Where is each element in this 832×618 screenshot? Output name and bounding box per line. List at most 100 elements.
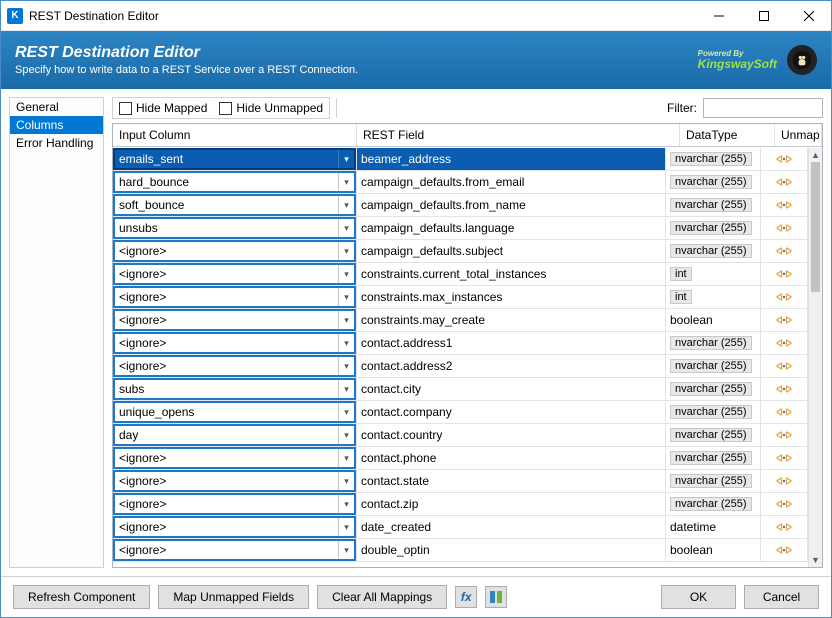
unmap-icon[interactable] [774, 152, 794, 166]
header-datatype[interactable]: DataType [680, 124, 775, 146]
chevron-down-icon[interactable]: ▾ [338, 265, 354, 283]
table-row[interactable]: <ignore>▾contact.statenvarchar (255) [113, 470, 808, 493]
input-column-dropdown[interactable]: unsubs▾ [113, 217, 356, 239]
sidebar-item-error-handling[interactable]: Error Handling [10, 134, 103, 152]
table-row[interactable]: <ignore>▾contact.phonenvarchar (255) [113, 447, 808, 470]
table-row[interactable]: <ignore>▾campaign_defaults.subjectnvarch… [113, 240, 808, 263]
chevron-down-icon[interactable]: ▾ [338, 242, 354, 260]
columns-tool-button[interactable] [485, 586, 507, 608]
unmap-icon[interactable] [774, 244, 794, 258]
unmap-icon[interactable] [774, 382, 794, 396]
input-column-dropdown[interactable]: unique_opens▾ [113, 401, 356, 423]
chevron-down-icon[interactable]: ▾ [338, 219, 354, 237]
unmap-icon[interactable] [774, 497, 794, 511]
chevron-down-icon[interactable]: ▾ [338, 196, 354, 214]
chevron-down-icon[interactable]: ▾ [338, 380, 354, 398]
hide-unmapped-checkbox[interactable] [219, 102, 232, 115]
table-row[interactable]: hard_bounce▾campaign_defaults.from_email… [113, 171, 808, 194]
input-column-dropdown[interactable]: <ignore>▾ [113, 539, 356, 561]
input-column-dropdown[interactable]: subs▾ [113, 378, 356, 400]
table-row[interactable]: <ignore>▾double_optinboolean [113, 539, 808, 562]
table-row[interactable]: emails_sent▾beamer_addressnvarchar (255) [113, 148, 808, 171]
scroll-down-icon[interactable]: ▼ [809, 553, 822, 567]
unmap-icon[interactable] [774, 451, 794, 465]
unmap-icon[interactable] [774, 543, 794, 557]
footer: Refresh Component Map Unmapped Fields Cl… [1, 576, 831, 617]
table-row[interactable]: subs▾contact.citynvarchar (255) [113, 378, 808, 401]
chevron-down-icon[interactable]: ▾ [338, 541, 354, 559]
chevron-down-icon[interactable]: ▾ [338, 357, 354, 375]
chevron-down-icon[interactable]: ▾ [338, 426, 354, 444]
chevron-down-icon[interactable]: ▾ [338, 288, 354, 306]
unmap-icon[interactable] [774, 428, 794, 442]
input-column-dropdown[interactable]: hard_bounce ▾ [113, 171, 356, 193]
input-column-dropdown[interactable]: <ignore>▾ [113, 263, 356, 285]
chevron-down-icon[interactable]: ▾ [338, 518, 354, 536]
chevron-down-icon[interactable]: ▾ [338, 150, 354, 168]
unmap-icon[interactable] [774, 175, 794, 189]
chevron-down-icon[interactable]: ▾ [338, 403, 354, 421]
unmap-icon[interactable] [774, 520, 794, 534]
minimize-button[interactable] [696, 1, 741, 30]
scroll-up-icon[interactable]: ▲ [809, 148, 822, 162]
input-column-dropdown[interactable]: soft_bounce▾ [113, 194, 356, 216]
table-row[interactable]: <ignore>▾date_createddatetime [113, 516, 808, 539]
chevron-down-icon[interactable]: ▾ [338, 311, 354, 329]
input-column-dropdown[interactable]: day▾ [113, 424, 356, 446]
unmap-icon[interactable] [774, 221, 794, 235]
refresh-component-button[interactable]: Refresh Component [13, 585, 150, 609]
cancel-button[interactable]: Cancel [744, 585, 819, 609]
expression-button[interactable]: fx [455, 586, 477, 608]
input-column-dropdown[interactable]: <ignore>▾ [113, 516, 356, 538]
input-column-dropdown[interactable]: <ignore>▾ [113, 240, 356, 262]
hide-mapped-checkbox[interactable] [119, 102, 132, 115]
table-row[interactable]: unsubs▾campaign_defaults.languagenvarcha… [113, 217, 808, 240]
unmap-icon[interactable] [774, 198, 794, 212]
scrollbar[interactable]: ▲ ▼ [808, 148, 822, 567]
header-rest-field[interactable]: REST Field [357, 124, 680, 146]
table-row[interactable]: <ignore>▾constraints.current_total_insta… [113, 263, 808, 286]
unmap-icon[interactable] [774, 474, 794, 488]
unmap-icon[interactable] [774, 290, 794, 304]
input-column-value: hard_bounce [119, 175, 189, 189]
unmap-icon[interactable] [774, 405, 794, 419]
scroll-thumb[interactable] [811, 162, 820, 292]
input-column-dropdown[interactable]: <ignore>▾ [113, 355, 356, 377]
table-row[interactable]: <ignore>▾contact.zipnvarchar (255) [113, 493, 808, 516]
unmap-icon[interactable] [774, 313, 794, 327]
sidebar-item-columns[interactable]: Columns [10, 116, 103, 134]
filter-input[interactable] [703, 98, 823, 118]
input-column-dropdown[interactable]: <ignore>▾ [113, 447, 356, 469]
header-input-column[interactable]: Input Column [113, 124, 357, 146]
chevron-down-icon[interactable]: ▾ [338, 334, 354, 352]
close-button[interactable] [786, 1, 831, 30]
unmap-icon[interactable] [774, 267, 794, 281]
table-row[interactable]: <ignore>▾constraints.may_createboolean [113, 309, 808, 332]
maximize-button[interactable] [741, 1, 786, 30]
unmap-icon[interactable] [774, 359, 794, 373]
input-column-dropdown[interactable]: emails_sent▾ [113, 148, 356, 170]
chevron-down-icon[interactable]: ▾ [338, 495, 354, 513]
sidebar-item-general[interactable]: General [10, 98, 103, 116]
map-unmapped-fields-button[interactable]: Map Unmapped Fields [158, 585, 309, 609]
table-row[interactable]: <ignore>▾contact.address2nvarchar (255) [113, 355, 808, 378]
input-column-dropdown[interactable]: <ignore>▾ [113, 309, 356, 331]
table-body[interactable]: emails_sent▾beamer_addressnvarchar (255)… [113, 148, 808, 567]
ok-button[interactable]: OK [661, 585, 736, 609]
header-unmap[interactable]: Unmap [775, 124, 822, 146]
table-row[interactable]: <ignore>▾constraints.max_instancesint [113, 286, 808, 309]
chevron-down-icon[interactable]: ▾ [338, 173, 354, 191]
clear-all-mappings-button[interactable]: Clear All Mappings [317, 585, 447, 609]
input-column-dropdown[interactable]: <ignore>▾ [113, 286, 356, 308]
table-row[interactable]: soft_bounce▾campaign_defaults.from_namen… [113, 194, 808, 217]
unmap-icon[interactable] [774, 336, 794, 350]
table-row[interactable]: unique_opens▾contact.companynvarchar (25… [113, 401, 808, 424]
input-column-dropdown[interactable]: <ignore>▾ [113, 470, 356, 492]
input-column-dropdown[interactable]: <ignore>▾ [113, 332, 356, 354]
chevron-down-icon[interactable]: ▾ [338, 472, 354, 490]
table-row[interactable]: day▾contact.countrynvarchar (255) [113, 424, 808, 447]
table-row[interactable]: <ignore>▾contact.address1nvarchar (255) [113, 332, 808, 355]
chevron-down-icon[interactable]: ▾ [338, 449, 354, 467]
input-column-dropdown[interactable]: <ignore>▾ [113, 493, 356, 515]
filter-label: Filter: [667, 101, 697, 115]
